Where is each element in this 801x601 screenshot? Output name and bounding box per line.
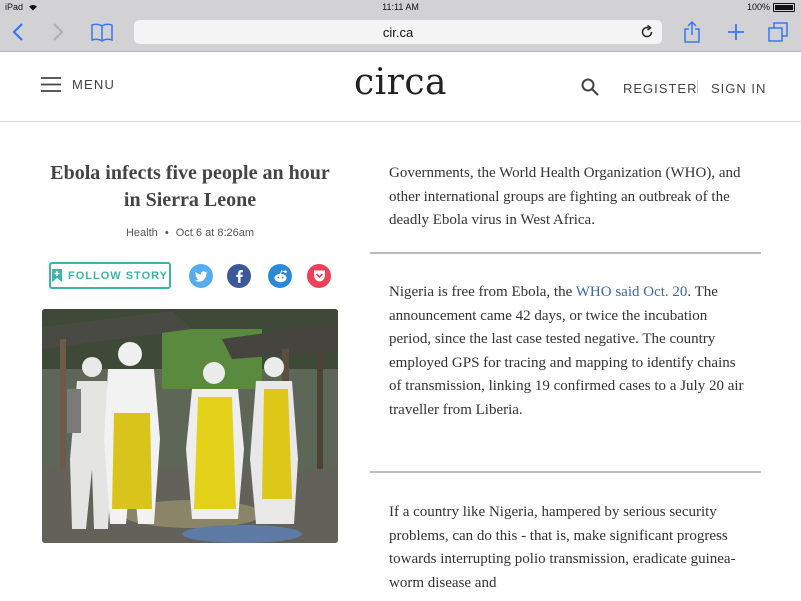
content-paragraph-3: If a country like Nigeria, hampered by s… [389,504,736,591]
chevron-right-icon [53,23,64,41]
bookmark-plus-icon [52,269,62,282]
reddit-share-button[interactable] [268,264,292,288]
register-link[interactable]: REGISTER [623,81,697,96]
site-header: MENU circa REGISTER SIGN IN [0,52,801,122]
plus-icon [728,24,744,40]
twitter-share-button[interactable] [189,264,213,288]
content-divider [370,471,761,473]
follow-story-button[interactable]: FOLLOW STORY [49,262,171,289]
content-divider [370,252,761,254]
who-statement-link[interactable]: WHO said Oct. 20 [576,284,688,300]
tabs-button[interactable] [764,18,792,46]
url-text: cir.ca [382,25,414,40]
content-paragraph-1: Governments, the World Health Organizati… [389,165,741,228]
twitter-icon [194,270,207,282]
meta-separator: • [164,227,169,239]
story-meta: Health • Oct 6 at 8:26am [42,227,338,239]
book-icon [91,23,113,42]
back-button[interactable] [4,18,32,46]
reddit-icon [274,269,287,282]
signin-link[interactable]: SIGN IN [711,81,766,96]
battery-icon [773,2,795,12]
new-tab-button[interactable] [722,18,750,46]
story-photo [42,309,338,543]
status-bar: iPad 11:11 AM 100% [0,0,801,14]
pocket-save-button[interactable] [307,264,331,288]
battery-percent: 100% [746,2,770,12]
share-icon [684,21,700,43]
story-title: Ebola infects five people an hour in Sie… [50,162,330,211]
status-right: 100% [747,2,795,12]
search-icon[interactable] [581,78,599,96]
story-date: Oct 6 at 8:26am [175,227,255,239]
paragraph-text: . The announcement came 42 days, or twic… [389,284,744,418]
reload-icon[interactable] [639,24,655,40]
chevron-left-icon [12,23,23,41]
status-time: 11:11 AM [382,2,419,12]
bookmarks-button[interactable] [88,18,116,46]
header-divider [697,80,698,94]
browser-toolbar: cir.ca [0,14,801,52]
tabs-icon [768,22,788,42]
facebook-icon [235,269,243,283]
facebook-share-button[interactable] [227,264,251,288]
content-paragraph-2: Nigeria is free from Ebola, the WHO said… [389,281,749,422]
share-button[interactable] [678,18,706,46]
follow-story-label: FOLLOW STORY [68,269,168,282]
pocket-icon [313,270,325,282]
forward-button[interactable] [44,18,72,46]
address-bar[interactable]: cir.ca [134,20,662,44]
story-category[interactable]: Health [126,227,158,239]
paragraph-text: Nigeria is free from Ebola, the [389,284,576,300]
